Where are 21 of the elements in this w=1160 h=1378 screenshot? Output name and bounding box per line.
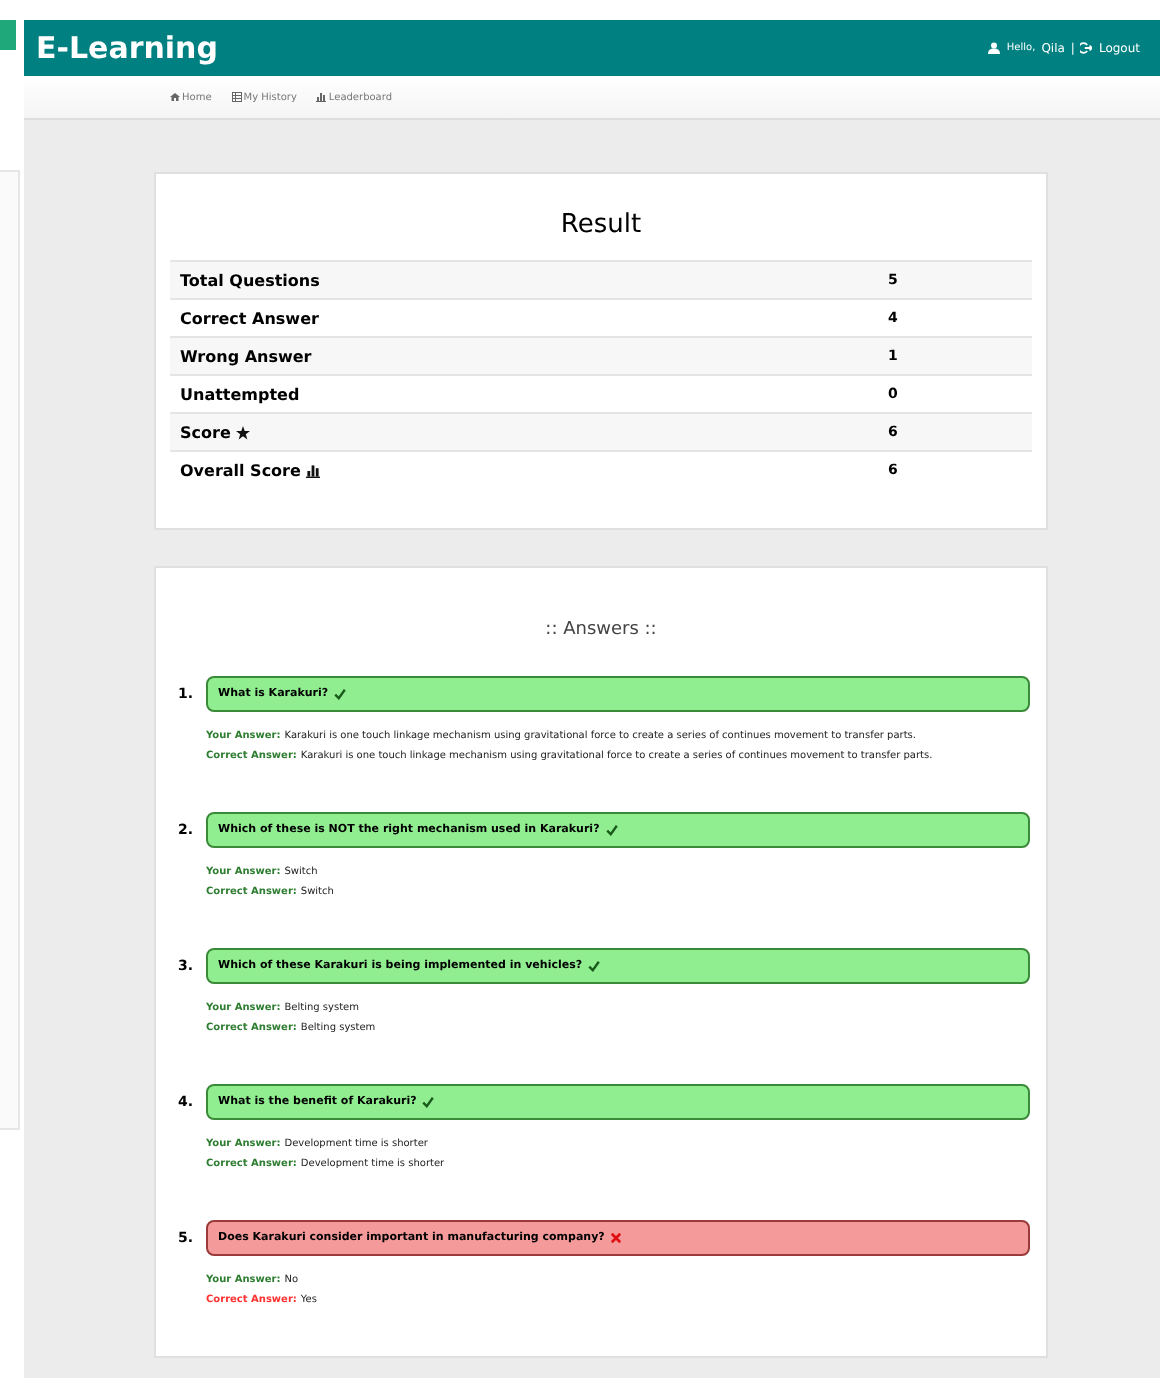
check-icon bbox=[422, 1096, 435, 1108]
home-icon bbox=[170, 92, 180, 102]
check-icon bbox=[334, 688, 347, 700]
row-label: Wrong Answer bbox=[180, 347, 312, 365]
bar-chart-icon bbox=[306, 463, 321, 477]
star-icon bbox=[236, 425, 251, 439]
row-label: Total Questions bbox=[180, 271, 320, 289]
row-label: Overall Score bbox=[180, 461, 301, 479]
check-icon bbox=[605, 824, 618, 836]
app-title: E-Learning bbox=[36, 30, 218, 66]
logout-icon bbox=[1080, 42, 1093, 54]
list-icon bbox=[231, 92, 242, 102]
check-icon bbox=[588, 960, 601, 972]
row-label: Score bbox=[180, 423, 231, 441]
bar-chart-icon bbox=[316, 92, 327, 102]
row-label: Correct Answer bbox=[180, 309, 319, 327]
user-icon bbox=[988, 42, 1001, 54]
cross-icon bbox=[610, 1232, 623, 1244]
result-title: Result bbox=[558, 208, 644, 244]
row-label: Unattempted bbox=[180, 385, 300, 403]
answers-title: :: Answers :: bbox=[543, 618, 659, 644]
